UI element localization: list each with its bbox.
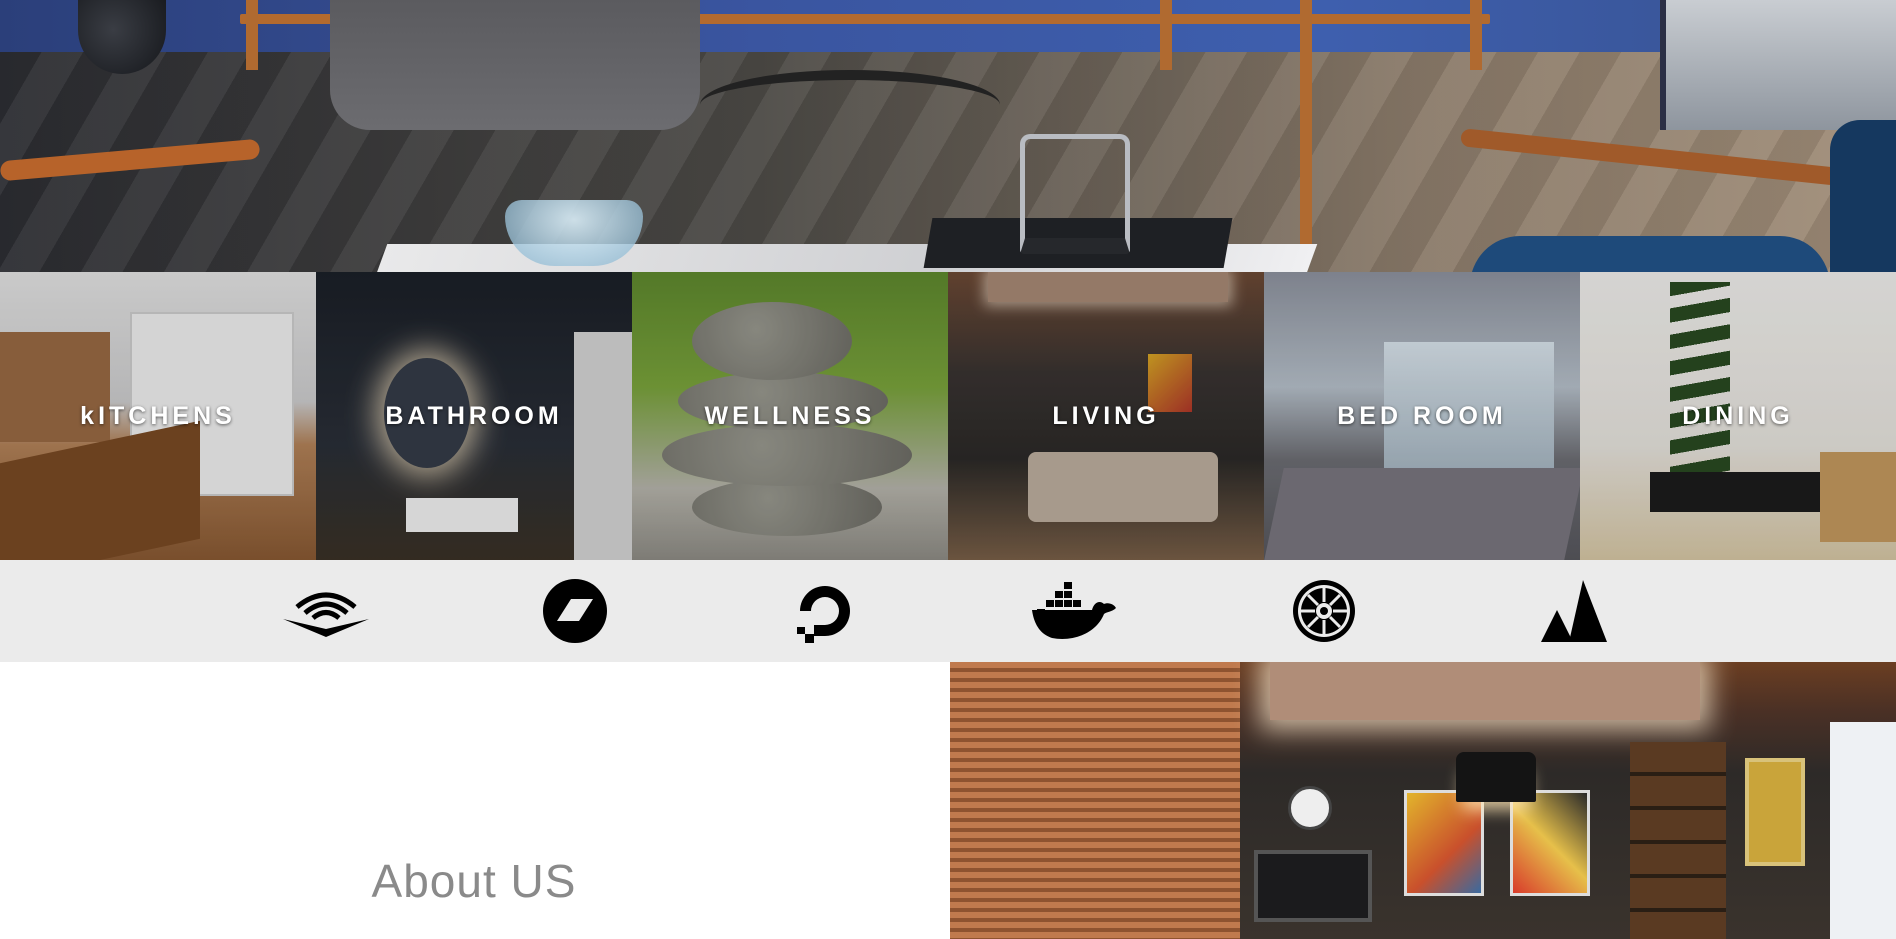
category-tile-wellness[interactable]: WELLNESS: [632, 272, 948, 560]
about-bookshelf: [1630, 742, 1726, 939]
hero-desk-leg: [246, 0, 258, 70]
about-ceiling-light: [1270, 662, 1700, 720]
category-tile-kitchens[interactable]: kITCHENS: [0, 272, 316, 560]
hero-desk-leg: [1160, 0, 1172, 70]
hero-newtons-cradle: [1020, 134, 1130, 254]
docker-icon[interactable]: [1030, 580, 1118, 642]
about-image: [950, 662, 1896, 939]
hero-blue-chair-seat: [1470, 236, 1830, 272]
about-title: About US: [371, 855, 577, 907]
category-label: WELLNESS: [704, 401, 876, 430]
digitalocean-icon[interactable]: [781, 580, 869, 643]
hero-window: [1660, 0, 1896, 130]
hero-desk-leg: [1470, 0, 1482, 70]
galactic-empire-icon[interactable]: [1280, 580, 1368, 642]
hero-image: [0, 0, 1896, 272]
category-tile-bathroom[interactable]: BATHROOM: [316, 272, 632, 560]
about-painting: [1404, 790, 1484, 896]
category-label: BED ROOM: [1337, 401, 1507, 430]
hero-office-chair: [330, 0, 700, 130]
hero-glass-bowl: [505, 200, 643, 266]
atlassian-icon[interactable]: [1530, 580, 1618, 642]
hero-chair-base: [700, 70, 1000, 140]
hero-blue-chair-back: [1830, 120, 1896, 272]
about-window: [1830, 722, 1896, 939]
about-painting: [1510, 790, 1590, 896]
hero-desk-leg: [1300, 0, 1312, 250]
category-tile-living[interactable]: LIVING: [948, 272, 1264, 560]
bandcamp-icon[interactable]: [531, 579, 619, 643]
about-pendant-lamp: [1456, 752, 1536, 802]
hero-wall: [0, 0, 1896, 52]
category-tile-dining[interactable]: DINING: [1580, 272, 1896, 560]
category-label: LIVING: [1052, 401, 1160, 430]
partner-logo-strip: [0, 560, 1896, 662]
about-window-blinds: [950, 662, 1240, 939]
about-wall-clock: [1288, 786, 1332, 830]
category-label: BATHROOM: [385, 401, 563, 430]
about-framed-art: [1745, 758, 1805, 866]
category-label: DINING: [1682, 401, 1794, 430]
category-tile-bedroom[interactable]: BED ROOM: [1264, 272, 1580, 560]
category-tiles: kITCHENS BATHROOM WELLNESS LIVING BED RO…: [0, 272, 1896, 560]
about-tv: [1254, 850, 1372, 922]
category-label: kITCHENS: [80, 401, 236, 430]
audible-icon[interactable]: [282, 580, 370, 642]
